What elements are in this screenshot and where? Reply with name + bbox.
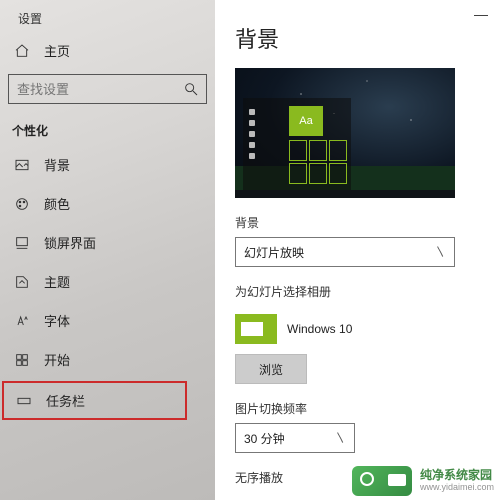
album-name: Windows 10: [287, 322, 352, 336]
nav-home-label: 主页: [44, 41, 70, 60]
sidebar-item-label: 开始: [44, 350, 70, 369]
sidebar-item-label: 背景: [44, 155, 70, 174]
palette-icon: [14, 196, 30, 212]
watermark-logo-icon: [352, 466, 412, 496]
sidebar-item-label: 字体: [44, 311, 70, 330]
label-interval: 图片切换频率: [235, 384, 486, 423]
preview-tile-aa: Aa: [289, 106, 323, 136]
lock-screen-icon: [14, 235, 30, 251]
sidebar-item-background[interactable]: 背景: [0, 145, 215, 184]
label-album: 为幻灯片选择相册: [235, 267, 486, 306]
album-thumb-icon: [235, 314, 277, 344]
chevron-down-icon: 〵: [435, 244, 446, 260]
background-mode-dropdown[interactable]: 幻灯片放映 〵: [235, 237, 455, 267]
watermark: 纯净系统家园 www.yidaimei.com: [352, 466, 494, 496]
sidebar: 设置 主页 个性化 背景 颜色 锁屏界面: [0, 0, 215, 500]
nav-home[interactable]: 主页: [0, 31, 215, 74]
preview-start-menu: Aa: [243, 98, 351, 190]
watermark-brand: 纯净系统家园: [420, 468, 492, 482]
start-icon: [14, 352, 30, 368]
sidebar-nav: 背景 颜色 锁屏界面 主题 字体 开始: [0, 145, 215, 420]
page-title: 背景: [235, 4, 486, 68]
sidebar-item-colors[interactable]: 颜色: [0, 184, 215, 223]
search-input[interactable]: [8, 74, 207, 104]
interval-dropdown[interactable]: 30 分钟 〵: [235, 423, 355, 453]
settings-window: 设置 主页 个性化 背景 颜色 锁屏界面: [0, 0, 500, 500]
dropdown-value: 幻灯片放映: [244, 244, 304, 261]
sidebar-group-title: 个性化: [0, 104, 215, 145]
search-container: [0, 74, 215, 104]
search-icon: [183, 81, 199, 100]
sidebar-item-label: 颜色: [44, 194, 70, 213]
preview-taskbar: [235, 190, 455, 198]
window-title: 设置: [0, 6, 215, 31]
label-background: 背景: [235, 198, 486, 237]
sidebar-item-taskbar[interactable]: 任务栏: [2, 381, 187, 420]
background-preview: Aa: [235, 68, 455, 198]
minimize-button[interactable]: —: [474, 6, 488, 22]
font-icon: [14, 313, 30, 329]
theme-icon: [14, 274, 30, 290]
sidebar-item-themes[interactable]: 主题: [0, 262, 215, 301]
dropdown-value: 30 分钟: [244, 430, 285, 447]
taskbar-icon: [16, 393, 32, 409]
sidebar-item-label: 主题: [44, 272, 70, 291]
sidebar-item-start[interactable]: 开始: [0, 340, 215, 379]
sidebar-item-lockscreen[interactable]: 锁屏界面: [0, 223, 215, 262]
browse-button[interactable]: 浏览: [235, 354, 307, 384]
browse-button-label: 浏览: [259, 361, 283, 378]
picture-icon: [14, 157, 30, 173]
chevron-down-icon: 〵: [335, 430, 346, 446]
content-pane: — 背景 Aa 背景 幻灯片放映 〵 为幻灯片选择相册 Windows 10: [215, 0, 500, 500]
sidebar-item-label: 任务栏: [46, 391, 85, 410]
sidebar-item-label: 锁屏界面: [44, 233, 96, 252]
watermark-url: www.yidaimei.com: [420, 483, 494, 493]
sidebar-item-fonts[interactable]: 字体: [0, 301, 215, 340]
album-row[interactable]: Windows 10: [235, 306, 486, 346]
home-icon: [14, 43, 30, 59]
